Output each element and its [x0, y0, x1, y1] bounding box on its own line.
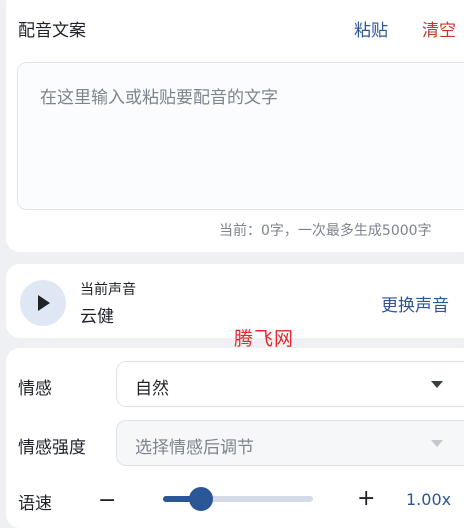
intensity-placeholder: 选择情感后调节 — [135, 438, 254, 458]
speed-slider[interactable] — [163, 487, 313, 511]
script-card: 配音文案 粘贴 清空 在这里输入或粘贴要配音的文字 当前：0字，一次最多生成50… — [6, 0, 464, 252]
emotion-select[interactable]: 自然 — [116, 361, 464, 407]
speed-increase-button[interactable]: + — [357, 486, 375, 511]
change-voice-button[interactable]: 更换声音 — [381, 291, 449, 316]
script-title: 配音文案 — [18, 21, 86, 41]
paste-button[interactable]: 粘贴 — [354, 16, 388, 41]
script-textarea[interactable]: 在这里输入或粘贴要配音的文字 — [17, 62, 464, 210]
chevron-down-icon — [431, 381, 443, 388]
current-voice-name: 云健 — [80, 307, 114, 327]
play-button[interactable] — [20, 280, 66, 326]
script-placeholder: 在这里输入或粘贴要配音的文字 — [40, 88, 278, 108]
current-voice-label: 当前声音 — [80, 282, 136, 298]
play-icon — [38, 295, 50, 311]
intensity-select[interactable]: 选择情感后调节 — [116, 420, 464, 466]
watermark: 腾飞网 — [234, 328, 295, 350]
emotion-value: 自然 — [135, 379, 169, 399]
chevron-down-icon — [431, 440, 443, 447]
emotion-label: 情感 — [18, 379, 52, 399]
speed-value: 1.00x — [406, 490, 452, 509]
speed-slider-thumb[interactable] — [188, 487, 213, 511]
intensity-label: 情感强度 — [18, 438, 86, 458]
settings-card: 情感 自然 情感强度 选择情感后调节 语速 − + 1.00x — [6, 348, 464, 528]
speed-label: 语速 — [18, 494, 52, 514]
char-counter: 当前：0字，一次最多生成5000字 — [219, 223, 432, 239]
clear-button[interactable]: 清空 — [422, 16, 456, 41]
speed-decrease-button[interactable]: − — [98, 488, 116, 513]
